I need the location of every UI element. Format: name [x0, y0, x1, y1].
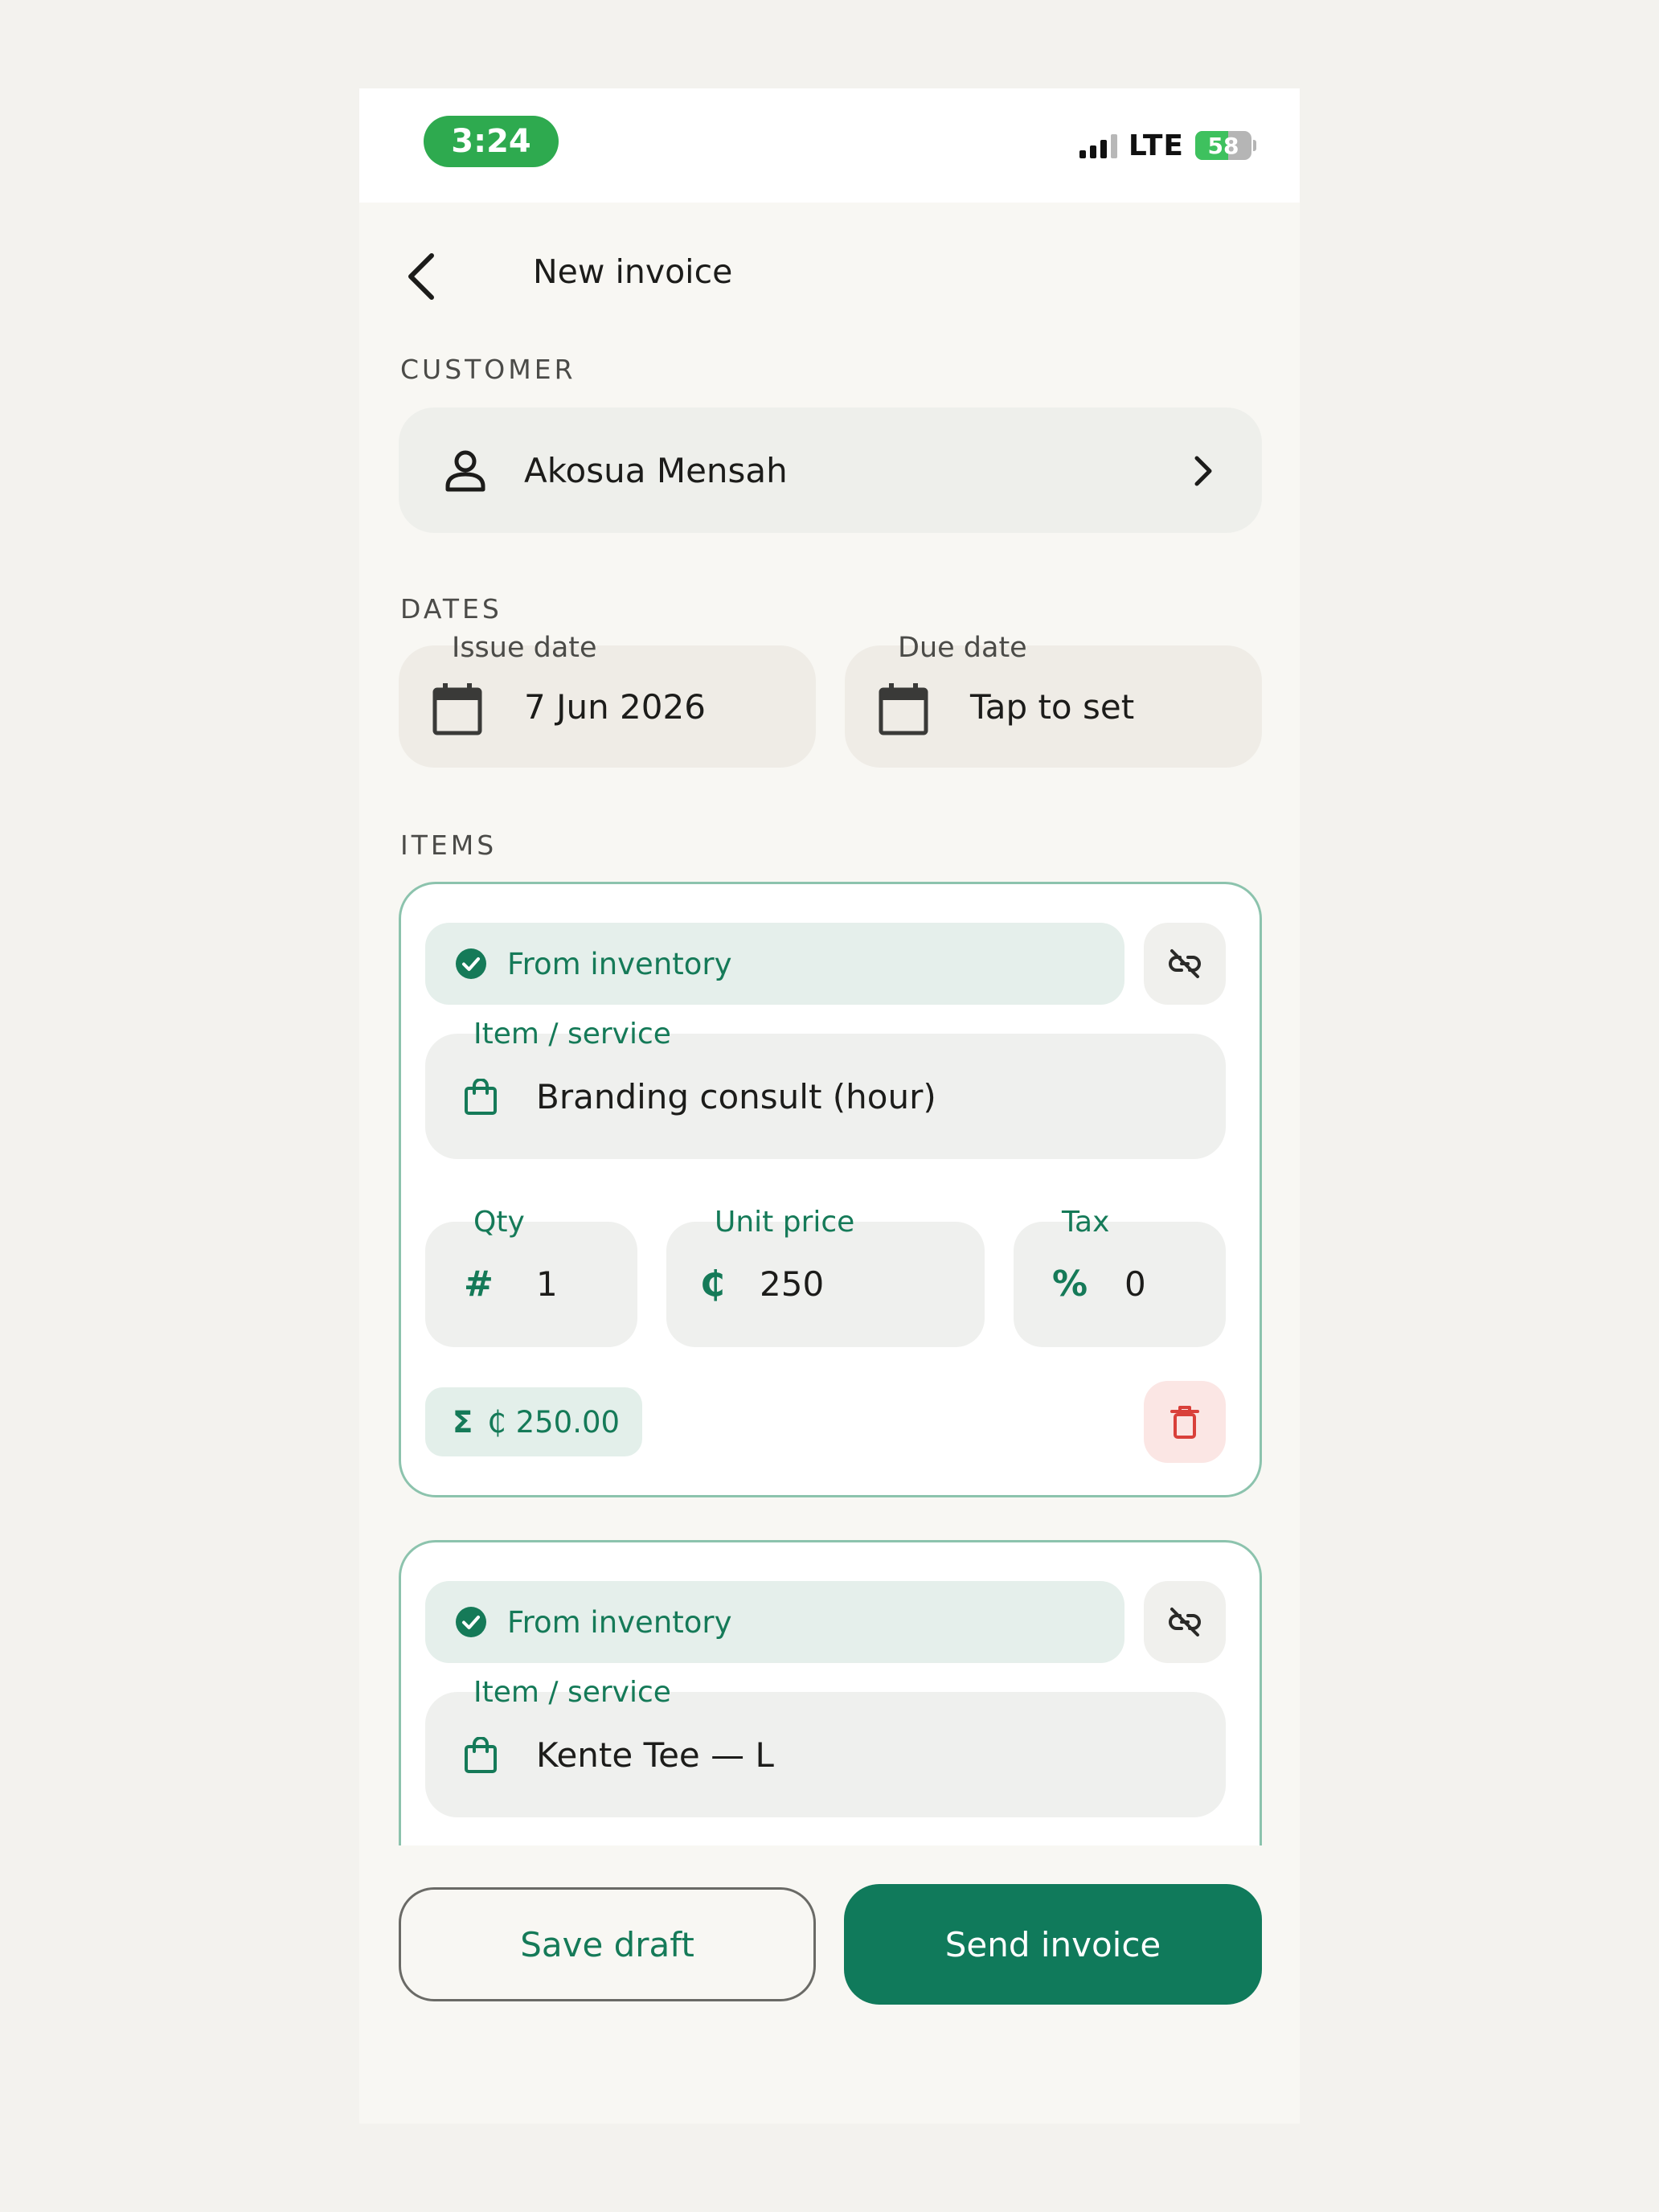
item-service-label: Item / service [473, 1676, 671, 1709]
sigma-icon: Σ [453, 1404, 473, 1440]
unlink-inventory-button[interactable] [1144, 1581, 1226, 1663]
save-draft-button[interactable]: Save draft [399, 1887, 816, 2001]
unlink-icon [1169, 949, 1201, 978]
due-date-label: Due date [898, 632, 1027, 664]
tax-field[interactable]: Tax % 0 [1014, 1206, 1226, 1347]
person-icon [445, 450, 485, 492]
items-section-label: ITEMS [400, 830, 498, 861]
back-button[interactable] [403, 243, 459, 310]
send-invoice-button[interactable]: Send invoice [844, 1884, 1262, 2005]
issue-date-label: Issue date [452, 632, 597, 664]
trash-icon [1170, 1406, 1199, 1439]
item-service-field[interactable]: Item / service Kente Tee — L [425, 1676, 1226, 1817]
customer-picker[interactable]: Akosua Mensah [399, 408, 1262, 533]
issue-date-field[interactable]: Issue date 7 Jun 2026 [399, 632, 816, 768]
unlink-icon [1169, 1608, 1201, 1636]
chevron-left-icon [408, 253, 434, 300]
dates-section-label: DATES [400, 593, 502, 625]
item-service-field[interactable]: Item / service Branding consult (hour) [425, 1018, 1226, 1159]
unit-price-value: 250 [760, 1264, 825, 1304]
customer-name: Akosua Mensah [524, 451, 788, 490]
shopping-bag-icon [465, 1079, 497, 1115]
item-service-value: Branding consult (hour) [536, 1077, 936, 1116]
item-service-value: Kente Tee — L [536, 1735, 774, 1775]
hash-icon: # [464, 1264, 494, 1305]
due-date-field[interactable]: Due date Tap to set [845, 632, 1262, 768]
page-title: New invoice [533, 252, 733, 291]
customer-section-label: CUSTOMER [400, 354, 576, 385]
cedi-icon: ₵ [700, 1264, 725, 1305]
check-circle-icon [456, 1607, 486, 1637]
from-inventory-label: From inventory [507, 1605, 732, 1640]
tax-label: Tax [1062, 1206, 1110, 1239]
calendar-icon [879, 683, 928, 735]
from-inventory-badge: From inventory [425, 923, 1124, 1005]
line-item-card: From inventory Item / service Kente Tee … [399, 1540, 1262, 1845]
qty-label: Qty [473, 1206, 525, 1239]
line-total-value: ₵ 250.00 [487, 1404, 621, 1440]
chevron-right-icon [1194, 456, 1212, 486]
unit-price-label: Unit price [715, 1206, 855, 1239]
unit-price-field[interactable]: Unit price ₵ 250 [666, 1206, 985, 1347]
issue-date-value: 7 Jun 2026 [524, 687, 706, 727]
calendar-icon [432, 683, 482, 735]
form-scroll-area[interactable]: New invoice CUSTOMER Akosua Mensah DATES… [359, 88, 1300, 1845]
qty-value: 1 [536, 1264, 558, 1304]
phone-screen: 3:24 LTE 58 New invoice CUSTOMER Akosua … [359, 88, 1300, 2124]
qty-field[interactable]: Qty # 1 [425, 1206, 637, 1347]
line-total-chip: Σ ₵ 250.00 [425, 1387, 642, 1456]
due-date-value: Tap to set [970, 687, 1135, 727]
from-inventory-label: From inventory [507, 947, 732, 981]
unlink-inventory-button[interactable] [1144, 923, 1226, 1005]
item-service-label: Item / service [473, 1018, 671, 1051]
line-item-card: From inventory Item / service Branding c… [399, 882, 1262, 1497]
tax-value: 0 [1124, 1264, 1146, 1304]
check-circle-icon [456, 948, 486, 979]
from-inventory-badge: From inventory [425, 1581, 1124, 1663]
percent-icon: % [1052, 1264, 1088, 1305]
delete-item-button[interactable] [1144, 1381, 1226, 1463]
shopping-bag-icon [465, 1737, 497, 1773]
